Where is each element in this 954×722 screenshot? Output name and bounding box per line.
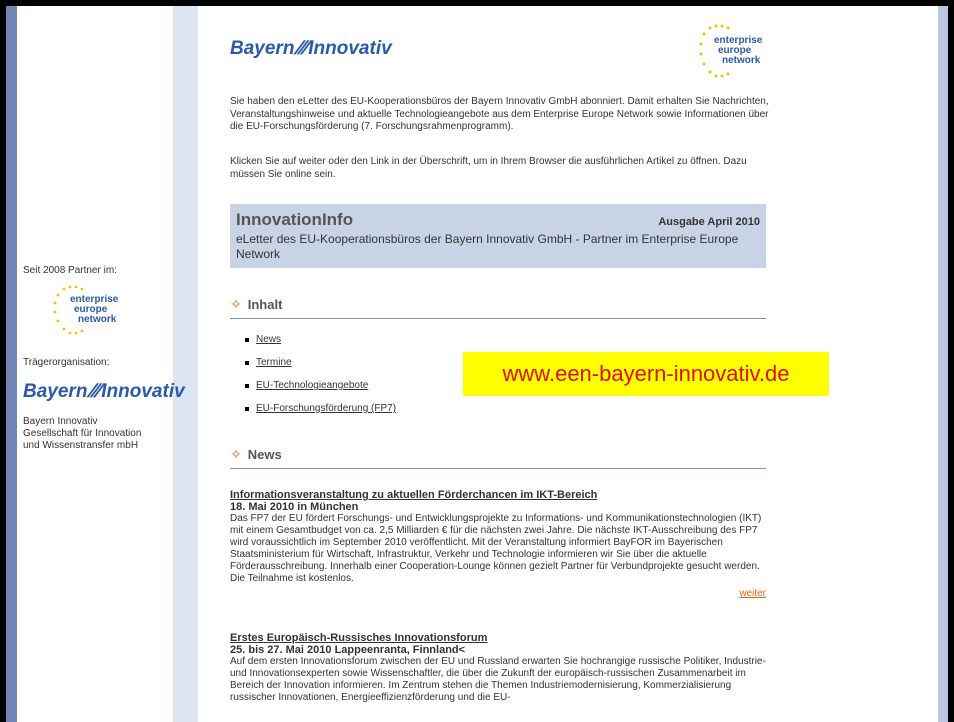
logo-word-bayern: Bayern bbox=[23, 381, 88, 402]
een-logo-header[interactable]: enterprise europe network bbox=[694, 24, 762, 82]
een-text-line3: network bbox=[722, 55, 761, 66]
toc-item: EU-Technologieangebote bbox=[244, 380, 396, 403]
toc-item: EU-Forschungsförderung (FP7) bbox=[244, 403, 396, 426]
section-heading-contents: ✧ Inhalt bbox=[230, 296, 766, 319]
toc-item: News bbox=[244, 334, 396, 357]
contents-heading-text: Inhalt bbox=[247, 297, 283, 312]
article-more-link[interactable]: weiter bbox=[230, 588, 766, 600]
intro-paragraph-2: Klicken Sie auf weiter oder den Link in … bbox=[230, 156, 747, 180]
toc-link-forschungsfoerderung[interactable]: EU-Forschungsförderung (FP7) bbox=[256, 403, 396, 414]
toc-item: Termine bbox=[244, 357, 396, 380]
logo-word-innovativ: Innovativ bbox=[101, 381, 185, 402]
banner-subtitle: eLetter des EU-Kooperationsbüros der Bay… bbox=[236, 232, 739, 261]
trager-label: Trägerorganisation: bbox=[23, 357, 110, 368]
vertical-scrollbar[interactable] bbox=[938, 6, 948, 722]
news-article: Informationsveranstaltung zu aktuellen F… bbox=[230, 489, 766, 600]
content-gutter bbox=[173, 6, 198, 722]
toc-link-termine[interactable]: Termine bbox=[256, 357, 292, 368]
bayern-innovativ-logo-sidebar[interactable]: Bayern///Innovativ bbox=[23, 381, 185, 411]
intro-paragraph-1: Sie haben den eLetter des EU-Kooperation… bbox=[230, 96, 769, 132]
website-url-overlay: www.een-bayern-innovativ.de bbox=[463, 352, 829, 396]
een-text-line3: network bbox=[78, 314, 117, 325]
toc-link-technologieangebote[interactable]: EU-Technologieangebote bbox=[256, 380, 368, 391]
org-line-2: Gesellschaft für Innovation bbox=[23, 428, 142, 439]
article-title-link[interactable]: Erstes Europäisch-Russisches Innovations… bbox=[230, 632, 766, 644]
bayern-innovativ-logo-header[interactable]: Bayern///Innovativ bbox=[230, 38, 392, 60]
left-border-strip bbox=[6, 6, 17, 722]
article-body: Das FP7 der EU fördert Forschungs- und E… bbox=[230, 513, 762, 584]
article-body: Auf dem ersten Innovationsforum zwischen… bbox=[230, 656, 766, 703]
banner-issue: Ausgabe April 2010 bbox=[658, 216, 760, 228]
compass-star-icon: ✧ bbox=[230, 446, 242, 462]
org-line-3: und Wissenstransfer mbH bbox=[23, 440, 139, 451]
een-logo-sidebar[interactable]: enterprise europe network bbox=[52, 285, 132, 337]
newsletter-banner: InnovationInfo Ausgabe April 2010 eLette… bbox=[230, 204, 766, 268]
sidebar: Seit 2008 Partner im: enterprise europe … bbox=[23, 6, 185, 722]
article-date: 18. Mai 2010 in München bbox=[230, 501, 359, 513]
logo-word-innovativ: Innovativ bbox=[308, 38, 392, 59]
article-title-link[interactable]: Informationsveranstaltung zu aktuellen F… bbox=[230, 489, 766, 501]
compass-star-icon: ✧ bbox=[230, 296, 242, 312]
logo-word-bayern: Bayern bbox=[230, 38, 295, 59]
window-frame-right bbox=[948, 6, 954, 722]
org-line-1: Bayern Innovativ bbox=[23, 416, 98, 427]
org-address: Bayern Innovativ Gesellschaft für Innova… bbox=[23, 416, 141, 452]
table-of-contents: News Termine EU-Technologieangebote EU-F… bbox=[244, 334, 396, 426]
article-date: 25. bis 27. Mai 2010 Lappeenranta, Finnl… bbox=[230, 644, 466, 656]
partner-label: Seit 2008 Partner im: bbox=[23, 265, 117, 276]
news-heading-text: News bbox=[247, 447, 282, 462]
news-article: Erstes Europäisch-Russisches Innovations… bbox=[230, 632, 766, 704]
section-heading-news: ✧ News bbox=[230, 446, 766, 469]
toc-link-news[interactable]: News bbox=[256, 334, 281, 345]
